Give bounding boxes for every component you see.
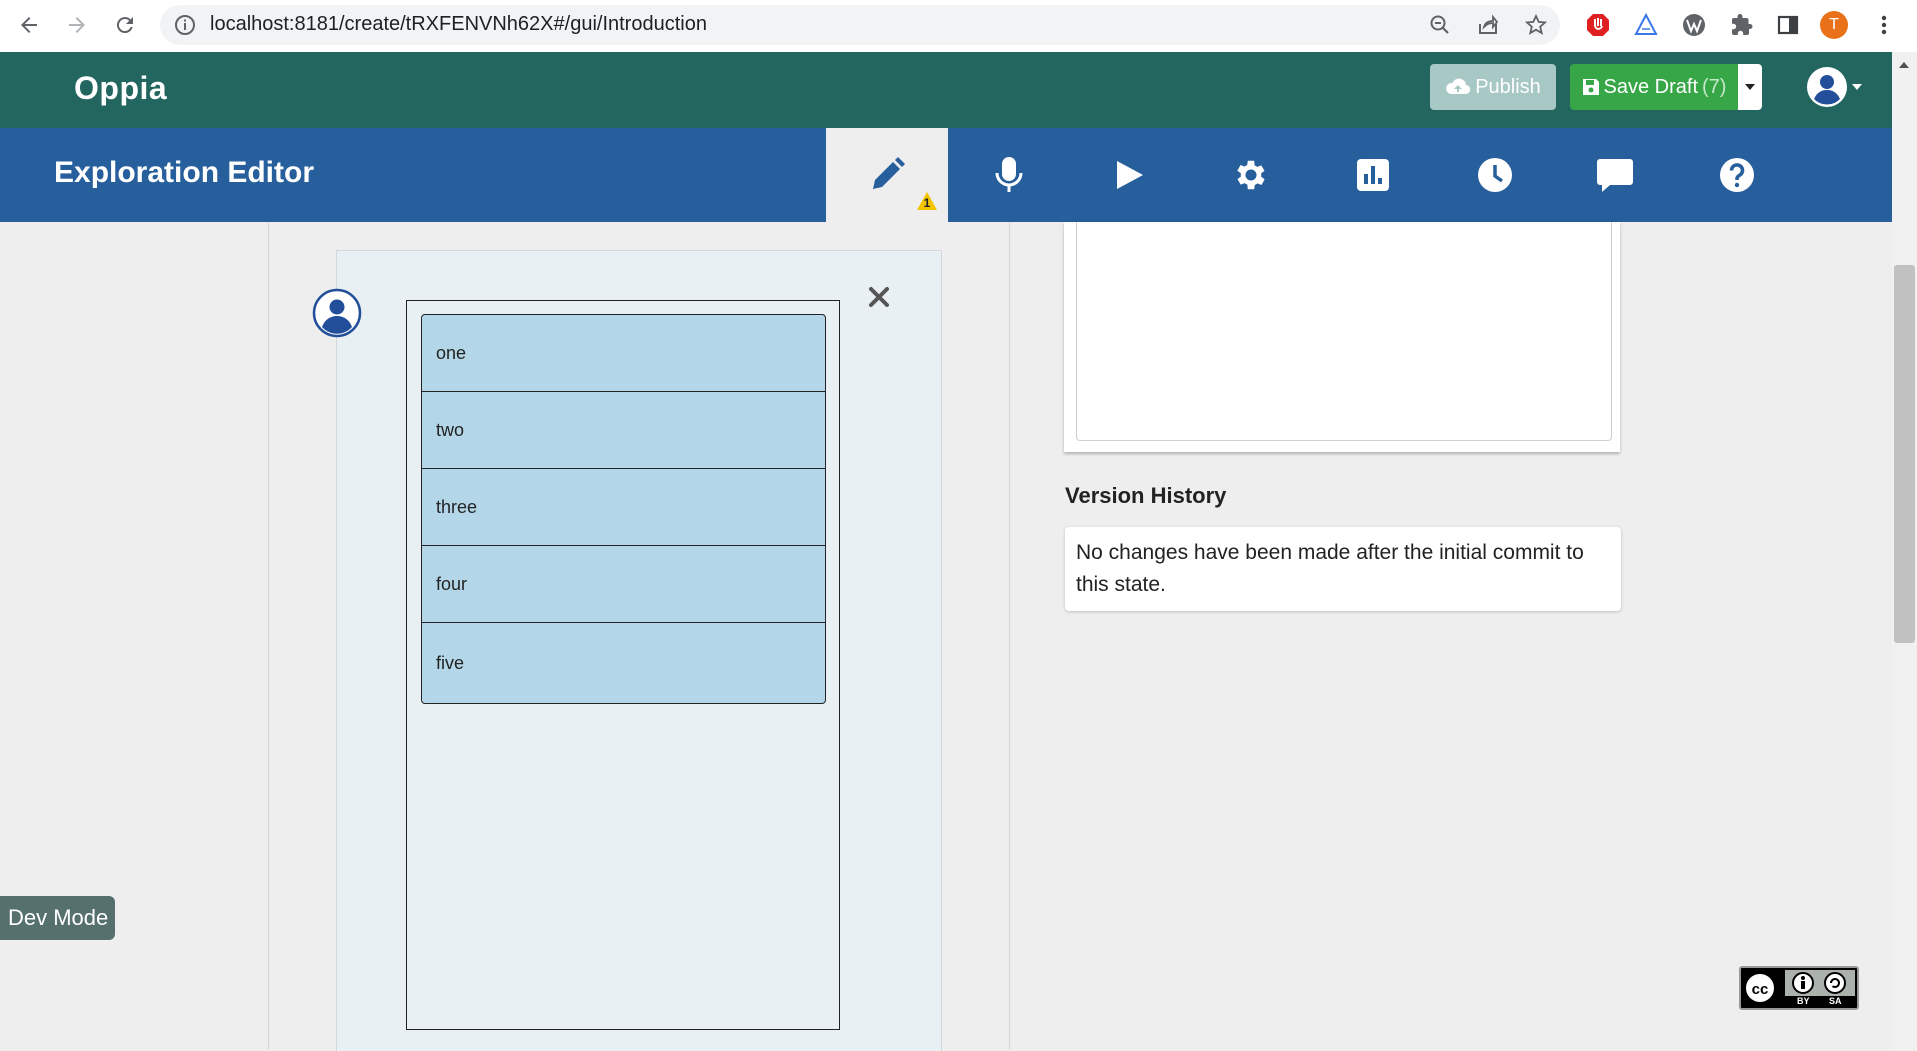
caret-down-icon bbox=[1852, 84, 1862, 90]
extensions-puzzle-icon[interactable] bbox=[1726, 9, 1758, 41]
microphone-icon bbox=[995, 157, 1023, 192]
sortable-item[interactable]: one bbox=[422, 315, 825, 392]
license-by-label: BY bbox=[1797, 996, 1810, 1006]
question-circle-icon bbox=[1720, 158, 1754, 192]
learner-avatar bbox=[312, 288, 362, 338]
warning-icon: 1 bbox=[916, 191, 938, 211]
sortable-item[interactable]: five bbox=[422, 623, 825, 703]
svg-text:cc: cc bbox=[1752, 981, 1769, 998]
tab-history[interactable] bbox=[1434, 128, 1556, 222]
zoom-icon[interactable] bbox=[1424, 9, 1456, 41]
tab-translation[interactable] bbox=[948, 128, 1070, 222]
tab-editor[interactable]: 1 bbox=[826, 128, 948, 222]
profile-avatar[interactable]: T bbox=[1818, 9, 1850, 41]
comment-icon bbox=[1597, 159, 1633, 192]
tab-help[interactable] bbox=[1676, 128, 1798, 222]
wordpress-extension-icon[interactable] bbox=[1678, 9, 1710, 41]
sortable-item[interactable]: four bbox=[422, 546, 825, 623]
tab-statistics[interactable] bbox=[1312, 128, 1434, 222]
oppia-logo[interactable]: Oppia bbox=[74, 70, 167, 107]
save-draft-label: Save Draft bbox=[1603, 75, 1699, 98]
adblock-extension-icon[interactable] bbox=[1582, 9, 1614, 41]
tab-preview[interactable] bbox=[1068, 128, 1190, 222]
play-icon bbox=[1117, 161, 1143, 189]
save-draft-dropdown[interactable] bbox=[1738, 64, 1762, 110]
browser-menu-icon[interactable] bbox=[1868, 9, 1900, 41]
dev-mode-badge: Dev Mode bbox=[0, 896, 115, 940]
save-draft-button[interactable]: Save Draft (7) bbox=[1570, 64, 1738, 110]
arrow-right-icon bbox=[69, 17, 85, 33]
version-history-title: Version History bbox=[1065, 483, 1227, 508]
cloud-upload-icon bbox=[1446, 78, 1471, 95]
arrow-left-icon bbox=[21, 17, 37, 33]
state-content-editor[interactable] bbox=[1076, 222, 1612, 441]
bookmark-star-icon[interactable] bbox=[1520, 9, 1552, 41]
save-draft-count: (7) bbox=[1702, 75, 1727, 98]
close-icon bbox=[869, 287, 889, 307]
reload-icon bbox=[116, 17, 133, 34]
site-info-icon[interactable] bbox=[174, 14, 196, 36]
license-sa-label: SA bbox=[1829, 996, 1842, 1006]
url-text: localhost:8181/create/tRXFENVNh62X#/gui/… bbox=[210, 13, 707, 35]
user-avatar-icon bbox=[1807, 67, 1847, 107]
share-icon[interactable] bbox=[1472, 9, 1504, 41]
user-profile-dropdown[interactable] bbox=[1806, 64, 1862, 110]
reload-button[interactable] bbox=[108, 8, 142, 42]
sortable-item[interactable]: three bbox=[422, 469, 825, 546]
version-history-text: No changes have been made after the init… bbox=[1076, 541, 1584, 596]
back-button[interactable] bbox=[12, 8, 46, 42]
pencil-icon bbox=[873, 157, 905, 189]
bar-chart-icon bbox=[1357, 159, 1389, 191]
publish-button[interactable]: Publish bbox=[1430, 64, 1556, 110]
sortable-item[interactable]: two bbox=[422, 392, 825, 469]
forward-button[interactable] bbox=[60, 8, 94, 42]
gear-icon bbox=[1237, 160, 1265, 190]
sortable-list: one two three four five bbox=[421, 314, 826, 704]
caret-down-icon bbox=[1745, 84, 1755, 90]
scrollbar-thumb[interactable] bbox=[1894, 265, 1915, 643]
publish-label: Publish bbox=[1475, 75, 1541, 98]
cc-license-badge[interactable]: cc BY SA bbox=[1739, 966, 1859, 1010]
clock-icon bbox=[1478, 158, 1512, 192]
tab-feedback[interactable] bbox=[1554, 128, 1676, 222]
close-button[interactable] bbox=[864, 282, 894, 312]
editor-title: Exploration Editor bbox=[54, 156, 315, 189]
user-avatar-icon bbox=[312, 288, 362, 338]
warning-count: 1 bbox=[923, 196, 931, 210]
profile-initial: T bbox=[1820, 11, 1848, 39]
tab-settings[interactable] bbox=[1190, 128, 1312, 222]
side-panel-icon[interactable] bbox=[1772, 9, 1804, 41]
scroll-up-arrow-icon[interactable] bbox=[1896, 58, 1912, 72]
drive-extension-icon[interactable] bbox=[1630, 9, 1662, 41]
floppy-disk-icon bbox=[1582, 79, 1599, 95]
